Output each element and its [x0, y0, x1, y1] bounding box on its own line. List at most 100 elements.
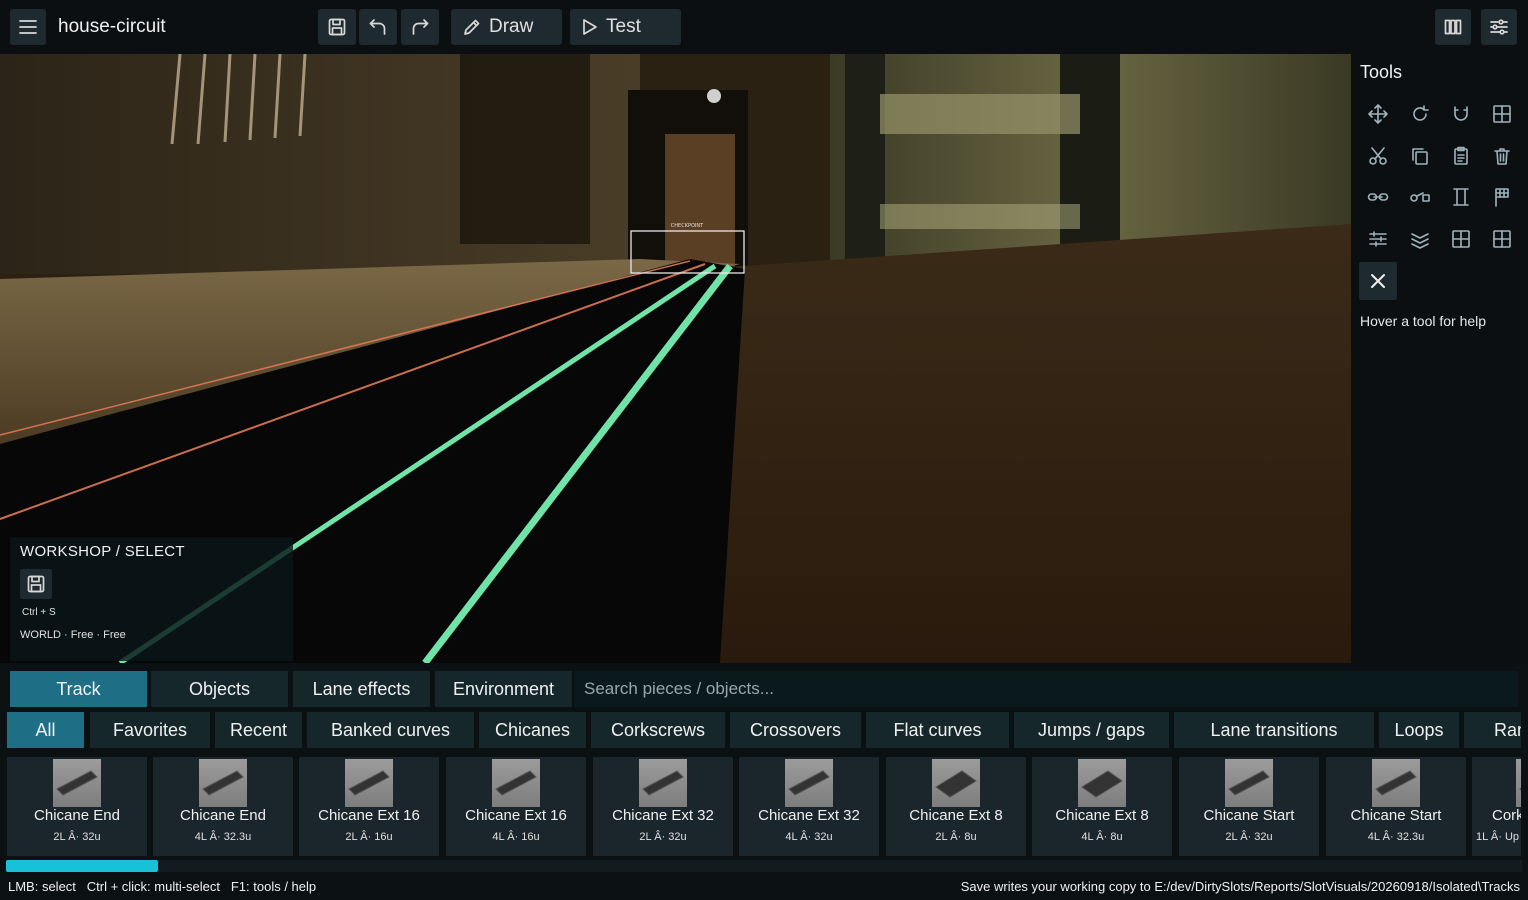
- layers-icon: [1411, 233, 1429, 249]
- menu-button[interactable]: [10, 9, 46, 45]
- tools-panel: Tools Hover a tool for help: [1351, 54, 1528, 663]
- piece-card[interactable]: Corkscrew 1L Â· Up: [1472, 757, 1521, 856]
- top-toolbar: house-circuit Draw Test: [0, 0, 1528, 54]
- piece-card[interactable]: Chicane End 2L Â· 32u: [7, 757, 147, 856]
- piece-name: Chicane Start: [1203, 807, 1295, 824]
- piece-meta: 4L Â· 32.3u: [194, 831, 252, 843]
- piece-scrollbar[interactable]: [6, 860, 1522, 872]
- piece-thumbnail: [345, 759, 393, 807]
- mode-overlay: WORKSHOP / SELECT Ctrl + S WORLD · Free …: [10, 537, 293, 661]
- category-loops[interactable]: Loops: [1379, 712, 1459, 748]
- piece-meta: 1L Â· Up: [1476, 831, 1520, 843]
- project-title: house-circuit: [58, 16, 166, 37]
- flag-icon: [1495, 188, 1509, 207]
- tile-tool[interactable]: [1483, 220, 1521, 258]
- category-chicanes[interactable]: Chicanes: [479, 712, 586, 748]
- piece-browser: Track Objects Lane effects Environment A…: [0, 663, 1528, 900]
- piece-card[interactable]: Chicane Ext 16 2L Â· 16u: [299, 757, 439, 856]
- pillar-icon: [1453, 188, 1469, 206]
- quick-save-button[interactable]: [20, 569, 52, 599]
- move-icon: [1368, 104, 1388, 124]
- grid-tool[interactable]: [1483, 95, 1521, 133]
- checkpoint-sign: CHECKPOINT: [671, 223, 704, 229]
- grid-icon: [1493, 230, 1511, 248]
- rotate-tool[interactable]: [1401, 95, 1439, 133]
- save-icon: [27, 575, 45, 593]
- close-tool-button[interactable]: [1359, 262, 1397, 300]
- piece-card[interactable]: Chicane End 4L Â· 32.3u: [153, 757, 293, 856]
- piece-thumbnail: [932, 759, 980, 807]
- draw-button[interactable]: Draw: [451, 9, 562, 45]
- save-button[interactable]: [318, 9, 356, 45]
- piece-thumbnail: [1516, 759, 1521, 807]
- category-banked-curves[interactable]: Banked curves: [307, 712, 474, 748]
- piece-card[interactable]: Chicane Ext 32 4L Â· 32u: [739, 757, 879, 856]
- redo-icon: [412, 19, 429, 35]
- search-input[interactable]: [574, 671, 1518, 707]
- category-recent[interactable]: Recent: [215, 712, 302, 748]
- category-ramps[interactable]: Ramps: [1464, 712, 1521, 748]
- tab-lane-effects[interactable]: Lane effects: [293, 671, 430, 707]
- piece-name: Chicane Ext 8: [1055, 807, 1149, 824]
- piece-card[interactable]: Chicane Ext 8 2L Â· 8u: [886, 757, 1026, 856]
- support-tool[interactable]: [1442, 178, 1480, 216]
- cut-tool[interactable]: [1359, 137, 1397, 175]
- clipboard-icon: [1454, 146, 1468, 165]
- tools-title: Tools: [1360, 62, 1403, 82]
- delete-tool[interactable]: [1483, 137, 1521, 175]
- piece-card[interactable]: Chicane Ext 32 2L Â· 32u: [593, 757, 733, 856]
- tab-environment[interactable]: Environment: [435, 671, 572, 707]
- piece-meta: 2L Â· 8u: [935, 831, 977, 843]
- piece-name: Chicane End: [34, 807, 120, 824]
- piece-name: Chicane End: [180, 807, 266, 824]
- category-lane-transitions[interactable]: Lane transitions: [1174, 712, 1374, 748]
- finish-tool[interactable]: [1483, 178, 1521, 216]
- piece-name: Chicane Ext 32: [612, 807, 714, 824]
- category-crossovers[interactable]: Crossovers: [730, 712, 861, 748]
- columns-icon: [1444, 19, 1462, 35]
- 3d-viewport[interactable]: CHECKPOINT WORKSHOP / SELECT Ctrl + S WO…: [0, 54, 1351, 663]
- status-hints: LMB: select Ctrl + click: multi-select F…: [8, 879, 317, 894]
- adjust-icon: [1369, 231, 1387, 247]
- play-icon: [583, 19, 597, 35]
- piece-card[interactable]: Chicane Start 4L Â· 32.3u: [1326, 757, 1466, 856]
- piece-card[interactable]: Chicane Start 2L Â· 32u: [1179, 757, 1319, 856]
- copy-tool[interactable]: [1401, 137, 1439, 175]
- snap-tool[interactable]: [1442, 95, 1480, 133]
- redo-button[interactable]: [401, 9, 439, 45]
- piece-card[interactable]: Chicane Ext 8 4L Â· 8u: [1032, 757, 1172, 856]
- mode-label: WORKSHOP / SELECT: [20, 543, 185, 560]
- test-button[interactable]: Test: [570, 9, 681, 45]
- tab-objects[interactable]: Objects: [151, 671, 288, 707]
- category-flat-curves[interactable]: Flat curves: [866, 712, 1009, 748]
- paste-tool[interactable]: [1442, 137, 1480, 175]
- move-tool[interactable]: [1359, 95, 1397, 133]
- layout-tool[interactable]: [1442, 220, 1480, 258]
- tab-track[interactable]: Track: [10, 671, 147, 707]
- piece-thumbnail: [1078, 759, 1126, 807]
- adjust-tool[interactable]: [1359, 220, 1397, 258]
- status-save-path: Save writes your working copy to E:/dev/…: [960, 879, 1520, 894]
- unlink-icon: [1410, 192, 1430, 202]
- category-jumps-gaps[interactable]: Jumps / gaps: [1014, 712, 1169, 748]
- panels-toggle-button[interactable]: [1435, 9, 1471, 45]
- piece-name: Chicane Ext 8: [909, 807, 1003, 824]
- category-all[interactable]: All: [7, 712, 84, 748]
- piece-thumbnail: [492, 759, 540, 807]
- layers-tool[interactable]: [1401, 220, 1439, 258]
- piece-meta: 2L Â· 16u: [345, 831, 393, 843]
- undo-button[interactable]: [359, 9, 397, 45]
- category-favorites[interactable]: Favorites: [90, 712, 210, 748]
- piece-thumbnail: [199, 759, 247, 807]
- piece-thumbnail: [639, 759, 687, 807]
- link-tool[interactable]: [1359, 178, 1397, 216]
- category-corkscrews[interactable]: Corkscrews: [591, 712, 725, 748]
- piece-meta: 4L Â· 32.3u: [1367, 831, 1425, 843]
- piece-scrollbar-thumb[interactable]: [6, 860, 158, 872]
- piece-meta: 2L Â· 32u: [1225, 831, 1273, 843]
- piece-card[interactable]: Chicane Ext 16 4L Â· 16u: [446, 757, 586, 856]
- settings-button[interactable]: [1481, 9, 1517, 45]
- piece-name: Corkscrew: [1492, 807, 1521, 824]
- trash-icon: [1494, 148, 1510, 165]
- unlink-tool[interactable]: [1401, 178, 1439, 216]
